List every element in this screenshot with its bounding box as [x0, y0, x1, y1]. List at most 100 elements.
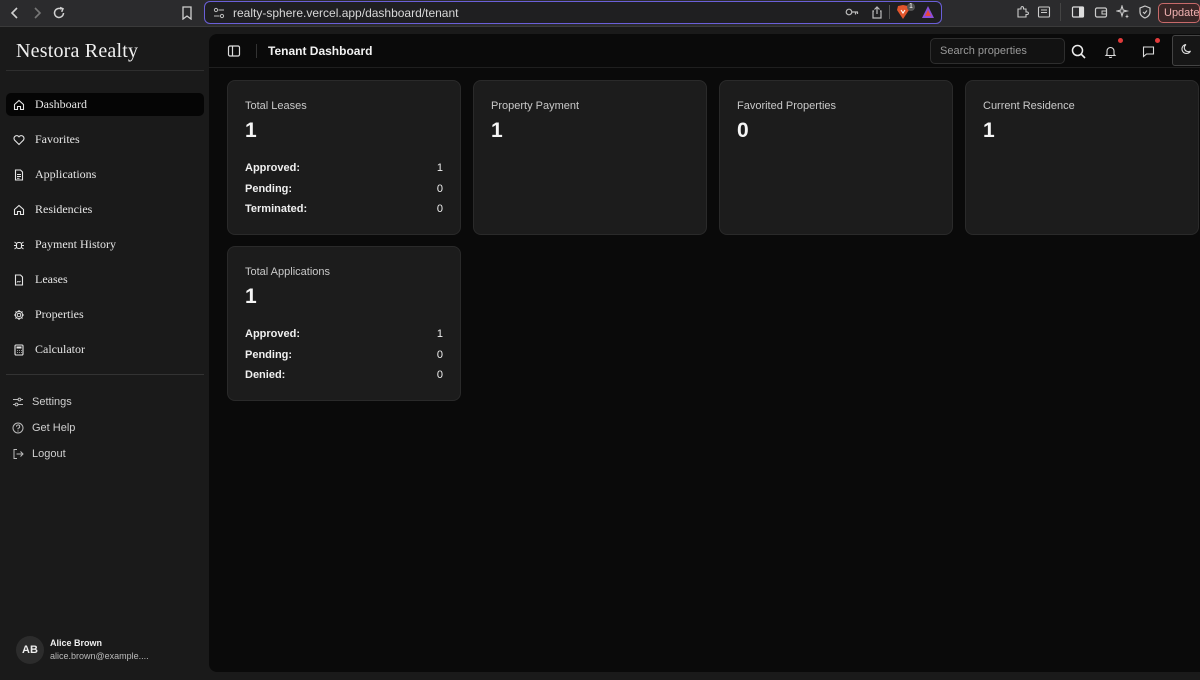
breakdown-value: 0 [436, 369, 443, 381]
sliders-icon [11, 396, 24, 409]
sidebar-item-label: Residencies [35, 202, 93, 216]
divider [1060, 3, 1061, 21]
update-button[interactable]: Update [1158, 3, 1200, 23]
sidebar-item-dashboard[interactable]: Dashboard [6, 93, 204, 116]
user-email: alice.brown@example.... [50, 651, 149, 661]
heart-icon [12, 133, 26, 147]
card-value: 1 [245, 285, 257, 308]
sidebar-item-label: Applications [35, 167, 97, 181]
breakdown-row: Pending: 0 [245, 349, 443, 370]
sidebar-item-get-help[interactable]: Get Help [6, 418, 204, 438]
sidebar-item-label: Dashboard [35, 97, 87, 111]
sidebar-item-residencies[interactable]: Residencies [6, 198, 204, 221]
card-value: 0 [737, 119, 749, 142]
breakdown-label: Denied: [245, 369, 286, 381]
sidebar-panel-icon[interactable] [1071, 5, 1085, 19]
logout-icon [11, 448, 24, 461]
sidebar-item-favorites[interactable]: Favorites [6, 128, 204, 151]
sidebar-item-label: Favorites [35, 132, 80, 146]
property-payment-card: Property Payment 1 [473, 80, 707, 235]
site-settings-icon[interactable] [213, 7, 225, 19]
sidebar-item-label: Leases [35, 272, 68, 286]
reader-mode-icon[interactable] [1037, 5, 1051, 19]
card-title: Current Residence [983, 100, 1075, 112]
sidebar-item-label: Settings [32, 396, 72, 408]
main-panel: Tenant Dashboard Total Leases 1 Approved… [209, 34, 1200, 672]
bookmark-icon[interactable] [178, 4, 196, 22]
header: Tenant Dashboard [209, 34, 1200, 68]
card-breakdown: Approved: 1 Pending: 0 Terminated: 0 [245, 162, 443, 224]
card-title: Property Payment [491, 100, 580, 112]
breakdown-label: Terminated: [245, 203, 308, 215]
divider [256, 44, 257, 58]
breakdown-row: Pending: 0 [245, 183, 443, 204]
url-text: realty-sphere.vercel.app/dashboard/tenan… [233, 6, 459, 20]
breakdown-value: 0 [436, 182, 443, 195]
sidebar-toggle-icon[interactable] [227, 44, 241, 58]
address-bar[interactable]: realty-sphere.vercel.app/dashboard/tenan… [204, 1, 942, 24]
total-applications-card: Total Applications 1 Approved: 1 Pending… [227, 246, 461, 401]
message-icon[interactable] [1140, 43, 1156, 59]
file-signature-icon [12, 273, 26, 287]
breakdown-label: Pending: [245, 182, 293, 195]
breakdown-row: Terminated: 0 [245, 203, 443, 224]
notification-dot [1118, 38, 1123, 43]
sidebar-item-payment-history[interactable]: Payment History [6, 233, 204, 256]
breakdown-row: Denied: 0 [245, 369, 443, 390]
vpn-shield-icon[interactable] [1138, 5, 1152, 19]
current-residence-card: Current Residence 1 [965, 80, 1199, 235]
share-icon[interactable] [871, 6, 883, 19]
card-value: 1 [491, 119, 503, 142]
breakdown-value: 0 [436, 348, 443, 361]
sidebar-item-properties[interactable]: Properties [6, 303, 204, 326]
search-icon[interactable] [1070, 43, 1086, 59]
bell-icon[interactable] [1102, 43, 1118, 59]
card-breakdown: Approved: 1 Pending: 0 Denied: 0 [245, 328, 443, 390]
brand-logo[interactable]: Nestora Realty [16, 40, 138, 63]
forward-icon[interactable] [28, 4, 46, 22]
browser-toolbar: realty-sphere.vercel.app/dashboard/tenan… [0, 0, 1200, 27]
breakdown-label: Approved: [245, 328, 300, 340]
sidebar-item-applications[interactable]: Applications [6, 163, 204, 186]
moon-icon [1181, 42, 1193, 60]
home-icon [12, 98, 26, 112]
search-input[interactable] [930, 38, 1065, 64]
home-icon [12, 203, 26, 217]
sidebar-item-label: Payment History [35, 237, 116, 251]
wallet-icon[interactable] [1094, 5, 1108, 19]
sidebar-item-logout[interactable]: Logout [6, 444, 204, 464]
help-circle-icon [11, 422, 24, 435]
sidebar-item-label: Calculator [35, 342, 85, 356]
breakdown-value: 1 [436, 328, 443, 340]
card-value: 1 [245, 119, 257, 142]
breakdown-label: Approved: [245, 162, 300, 174]
page-title: Tenant Dashboard [268, 44, 373, 58]
message-dot [1155, 38, 1160, 43]
key-icon[interactable] [845, 6, 859, 18]
breakdown-row: Approved: 1 [245, 162, 443, 183]
user-profile[interactable]: AB Alice Brown alice.brown@example.... [16, 636, 206, 666]
calculator-icon [12, 343, 26, 357]
breakdown-label: Pending: [245, 348, 293, 361]
sidebar-item-leases[interactable]: Leases [6, 268, 204, 291]
sidebar-item-calculator[interactable]: Calculator [6, 338, 204, 361]
sidebar: Nestora Realty Dashboard Favorites Appli… [0, 28, 209, 680]
card-title: Favorited Properties [737, 100, 837, 112]
theme-toggle-button[interactable] [1172, 35, 1200, 66]
sidebar-item-label: Properties [35, 307, 84, 321]
divider [6, 374, 204, 375]
sidebar-item-label: Get Help [32, 422, 76, 434]
main-nav: Dashboard Favorites Applications Residen… [6, 93, 204, 373]
sidebar-item-label: Logout [32, 448, 66, 460]
back-icon[interactable] [6, 4, 24, 22]
card-value: 1 [983, 119, 995, 142]
card-title: Total Applications [245, 266, 330, 278]
brave-rewards-icon[interactable] [921, 5, 935, 19]
reload-icon[interactable] [50, 4, 68, 22]
extensions-icon[interactable] [1015, 5, 1029, 19]
total-leases-card: Total Leases 1 Approved: 1 Pending: 0 Te… [227, 80, 461, 235]
leo-ai-icon[interactable] [1116, 5, 1130, 19]
sidebar-item-settings[interactable]: Settings [6, 392, 204, 412]
secondary-nav: Settings Get Help Logout [6, 392, 204, 470]
breakdown-value: 0 [436, 203, 443, 215]
